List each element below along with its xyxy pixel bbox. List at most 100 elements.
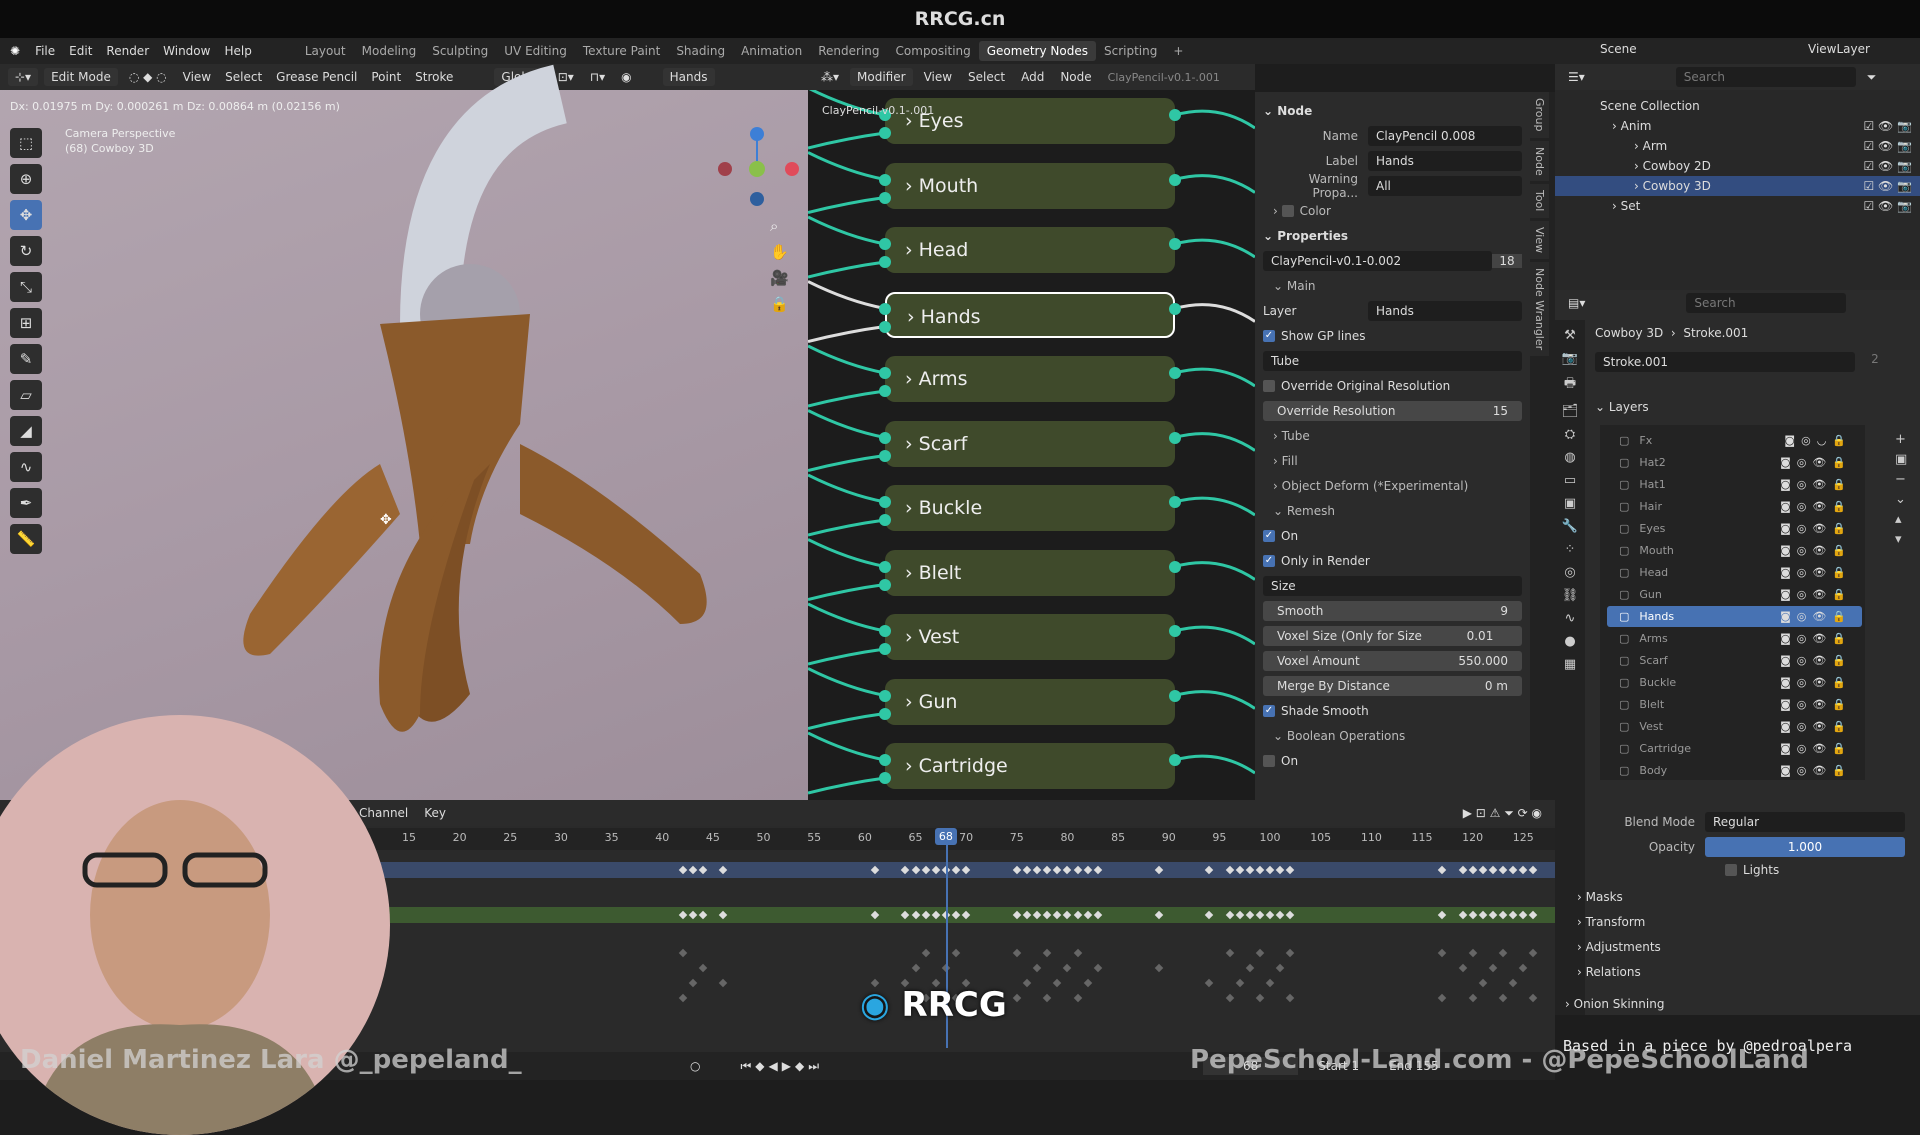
node-socket[interactable] bbox=[879, 772, 891, 784]
keyframe[interactable] bbox=[1478, 978, 1488, 988]
modifier-icon[interactable]: 🔧 bbox=[1562, 519, 1578, 534]
keyframe[interactable] bbox=[1042, 948, 1052, 958]
layer-toggle-icons[interactable]: ◙◎👁🔒 bbox=[1780, 628, 1852, 649]
node-cartridge[interactable]: › Cartridge bbox=[885, 743, 1175, 789]
layer-item[interactable]: ▢ Hat1 ◙◎👁🔒 bbox=[1607, 474, 1862, 495]
visibility-icons[interactable]: ☑ 👁 📷 bbox=[1863, 136, 1912, 156]
node-socket[interactable] bbox=[1169, 625, 1181, 637]
menu-add[interactable]: Add bbox=[1016, 68, 1049, 86]
keyframe[interactable] bbox=[1255, 993, 1265, 1003]
menu-node[interactable]: Node bbox=[1055, 68, 1096, 86]
section-adjustments[interactable]: › Adjustments bbox=[1577, 940, 1661, 954]
keyframe[interactable] bbox=[1042, 993, 1052, 1003]
outliner-search[interactable]: Search bbox=[1675, 67, 1856, 87]
material-icon[interactable]: ● bbox=[1564, 634, 1575, 649]
keyframe[interactable] bbox=[1022, 978, 1032, 988]
keyframe[interactable] bbox=[1498, 948, 1508, 958]
node-socket[interactable] bbox=[879, 320, 891, 333]
node-buckle[interactable]: › Buckle bbox=[885, 485, 1175, 531]
smooth-field[interactable]: Smooth 9 bbox=[1263, 600, 1522, 621]
keyframe[interactable] bbox=[1225, 948, 1234, 958]
opacity-slider[interactable]: 1.000 bbox=[1705, 837, 1905, 857]
tab-layout[interactable]: Layout bbox=[297, 41, 354, 61]
node-socket[interactable] bbox=[1169, 109, 1181, 121]
physics-icon[interactable]: ◎ bbox=[1564, 565, 1575, 580]
tab-compositing[interactable]: Compositing bbox=[888, 41, 979, 61]
node-socket[interactable] bbox=[879, 625, 891, 637]
boolean-on-checkbox[interactable]: On bbox=[1263, 748, 1522, 773]
expand-chevron-icon[interactable]: › bbox=[1634, 179, 1643, 193]
layer-item[interactable]: ▢ Eyes ◙◎👁🔒 bbox=[1607, 518, 1862, 539]
keyframe[interactable] bbox=[1438, 948, 1447, 958]
keyframe[interactable] bbox=[1205, 978, 1214, 988]
keyframe[interactable] bbox=[1265, 978, 1275, 988]
keyframe[interactable] bbox=[1093, 963, 1103, 973]
rotate-icon[interactable]: ↻ bbox=[10, 236, 42, 266]
keyframe[interactable] bbox=[951, 948, 961, 958]
draw-icon[interactable]: ✎ bbox=[10, 344, 42, 374]
layer-toggle-icons[interactable]: ◙◎👁🔒 bbox=[1780, 496, 1852, 517]
node-socket[interactable] bbox=[879, 127, 891, 139]
tab-scripting[interactable]: Scripting bbox=[1096, 41, 1165, 61]
layer-item[interactable]: ▢ Body ◙◎👁🔒 bbox=[1607, 760, 1862, 781]
node-editor[interactable]: ⁂▾ Modifier View Select Add Node ClayPen… bbox=[808, 64, 1255, 800]
tab-animation[interactable]: Animation bbox=[733, 41, 810, 61]
node-chevron-icon[interactable]: › bbox=[905, 626, 919, 648]
voxel-size-field[interactable]: Voxel Size (Only for Size Option)0.01 m bbox=[1263, 625, 1522, 663]
node-group-field[interactable]: ClayPencil-v0.1-0.002 bbox=[1263, 250, 1492, 271]
layer-item[interactable]: ▢ Arms ◙◎👁🔒 bbox=[1607, 628, 1862, 649]
node-vest[interactable]: › Vest bbox=[885, 614, 1175, 660]
keyframe[interactable] bbox=[1012, 948, 1022, 958]
outliner-item[interactable]: › Cowboy 3D ☑ 👁 📷 bbox=[1555, 176, 1920, 196]
layer-item[interactable]: ▢ Fx ◙◎◡🔒 bbox=[1607, 430, 1862, 451]
node-socket[interactable] bbox=[879, 449, 891, 462]
section-relations[interactable]: › Relations bbox=[1577, 965, 1641, 979]
node-chevron-icon[interactable]: › bbox=[905, 175, 919, 197]
keyframe[interactable] bbox=[1438, 993, 1447, 1003]
tab-rendering[interactable]: Rendering bbox=[810, 41, 887, 61]
keyframe[interactable] bbox=[1063, 963, 1072, 973]
layer-toggle-icons[interactable]: ◙◎👁🔒 bbox=[1780, 452, 1852, 473]
remesh-on-checkbox[interactable]: ✓ On bbox=[1263, 523, 1522, 548]
layer-toggle-icons[interactable]: ◙◎👁🔒 bbox=[1780, 518, 1852, 539]
scale-icon[interactable]: ⤡ bbox=[10, 272, 42, 302]
node-socket[interactable] bbox=[879, 707, 891, 720]
node-socket[interactable] bbox=[879, 302, 891, 315]
keyframe[interactable] bbox=[1488, 963, 1498, 973]
boolean-section[interactable]: ⌄ Boolean Operations bbox=[1263, 723, 1522, 748]
fill-section[interactable]: › Fill bbox=[1263, 448, 1522, 473]
expand-chevron-icon[interactable]: › bbox=[1634, 159, 1643, 173]
layer-field[interactable]: Hands bbox=[1368, 300, 1522, 321]
keyframe[interactable] bbox=[1154, 963, 1163, 973]
transform-icon[interactable]: ⊞ bbox=[10, 308, 42, 338]
keyframe[interactable] bbox=[1245, 963, 1255, 973]
node-name-field[interactable]: ClayPencil 0.008 bbox=[1368, 125, 1522, 146]
render-icon[interactable]: 📷 bbox=[1562, 351, 1578, 366]
node-scarf[interactable]: › Scarf bbox=[885, 420, 1175, 467]
expand-chevron-icon[interactable]: › bbox=[1612, 119, 1621, 133]
visibility-icons[interactable]: ☑ 👁 📷 bbox=[1863, 156, 1912, 176]
onion-skinning-section[interactable]: › Onion Skinning bbox=[1565, 997, 1664, 1011]
lights-checkbox[interactable]: Lights bbox=[1725, 863, 1779, 877]
keyframe[interactable] bbox=[1235, 978, 1244, 988]
curve-icon[interactable]: ∿ bbox=[10, 452, 42, 482]
object-icon[interactable]: ▣ bbox=[1564, 496, 1576, 511]
node-socket[interactable] bbox=[879, 191, 891, 204]
menu-select[interactable]: Select bbox=[963, 68, 1010, 86]
node-socket[interactable] bbox=[1169, 173, 1181, 186]
menu-view[interactable]: View bbox=[919, 68, 957, 86]
view-layer-icon[interactable]: 🗂 bbox=[1562, 404, 1579, 419]
sidebar-tab-tool[interactable]: Tool bbox=[1530, 184, 1549, 218]
node-socket[interactable] bbox=[879, 256, 891, 268]
color-section[interactable]: › Color bbox=[1263, 198, 1522, 223]
keyframe[interactable] bbox=[1225, 993, 1234, 1003]
layer-toggle-icons[interactable]: ◙◎👁🔒 bbox=[1780, 716, 1852, 737]
keyframe[interactable] bbox=[1073, 993, 1082, 1003]
tab-sculpting[interactable]: Sculpting bbox=[424, 41, 496, 61]
collection-icon[interactable]: ▭ bbox=[1564, 473, 1576, 488]
node-socket[interactable] bbox=[1169, 431, 1181, 444]
constraints-icon[interactable]: ⛓ bbox=[1562, 588, 1579, 603]
node-label-field[interactable]: Hands bbox=[1368, 150, 1522, 171]
type-select[interactable]: Tube bbox=[1263, 350, 1522, 371]
world-icon[interactable]: ◍ bbox=[1564, 450, 1575, 465]
